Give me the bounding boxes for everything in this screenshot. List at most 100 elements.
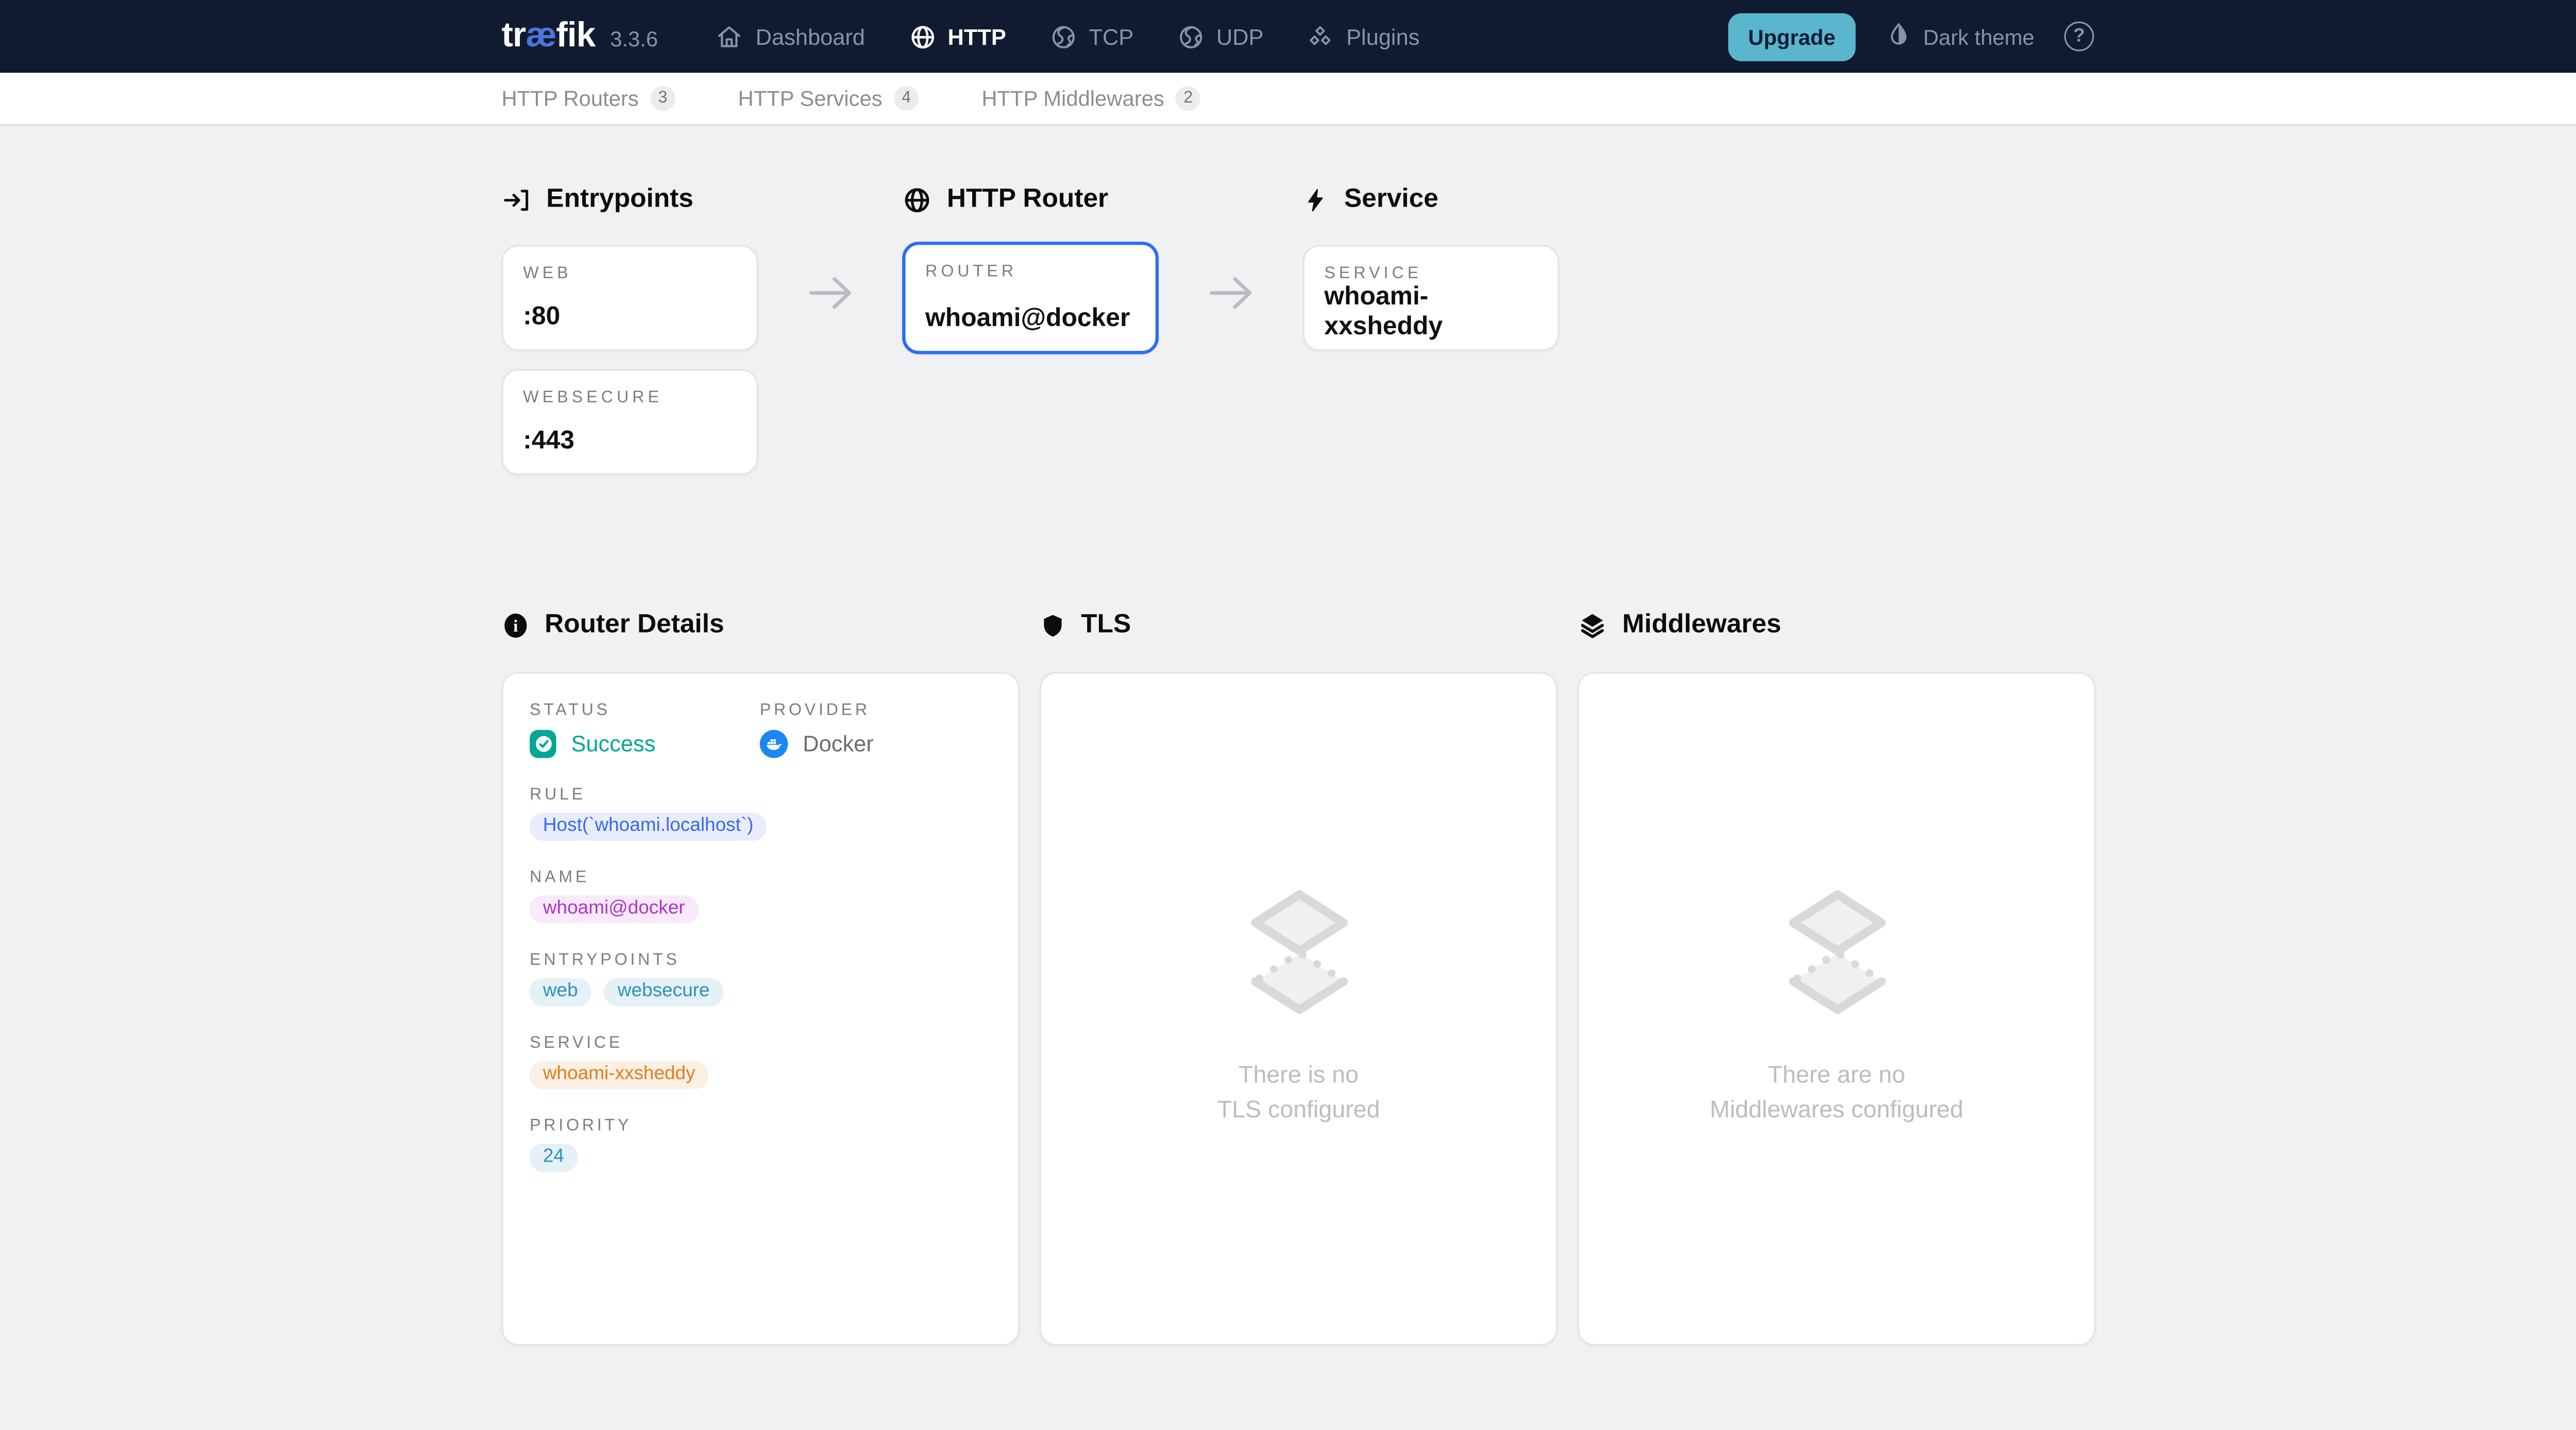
- entrypoint-card-websecure: WEBSECURE :443: [502, 369, 758, 475]
- dark-theme-toggle[interactable]: Dark theme: [1885, 20, 2035, 53]
- rule-label: RULE: [530, 786, 991, 804]
- flow-arrow-icon: [1206, 245, 1256, 475]
- entrypoints-heading: Entrypoints: [502, 185, 758, 215]
- nav-item-label: Plugins: [1346, 24, 1419, 49]
- flow-arrow-icon: [805, 245, 855, 475]
- router-details-card: STATUS Success: [502, 672, 1020, 1346]
- status-group: STATUS Success: [530, 702, 760, 758]
- entrypoint-badge: websecure: [604, 978, 723, 1007]
- tab-http-routers[interactable]: HTTP Routers 3: [502, 86, 675, 111]
- card-value: whoami-xxsheddy: [1324, 283, 1537, 343]
- success-check-icon: [530, 730, 556, 758]
- router-detail-page: Entrypoints HTTP Router Service: [502, 126, 2094, 1378]
- docker-icon: [760, 730, 788, 758]
- dark-theme-label: Dark theme: [1923, 24, 2035, 49]
- rule-badge: Host(`whoami.localhost`): [530, 813, 767, 841]
- router-details-column: i Router Details STATUS: [502, 611, 1020, 1346]
- globe-icon: [908, 22, 936, 50]
- provider-label: PROVIDER: [760, 702, 992, 720]
- service-group: SERVICE whoami-xxsheddy: [530, 1034, 991, 1089]
- priority-group: PRIORITY 24: [530, 1117, 991, 1172]
- provider-value: Docker: [803, 731, 873, 756]
- router-details-heading: i Router Details: [502, 611, 1020, 641]
- priority-badge: 24: [530, 1144, 578, 1172]
- logo-text: træfik: [502, 16, 596, 56]
- flow-headings: Entrypoints HTTP Router Service: [502, 185, 2094, 215]
- card-label: SERVICE: [1324, 265, 1537, 283]
- question-mark-icon: ?: [2073, 26, 2085, 46]
- card-label: WEB: [523, 265, 736, 283]
- entrypoint-badge: web: [530, 978, 591, 1007]
- name-label: NAME: [530, 869, 991, 887]
- lightning-icon: [1303, 185, 1329, 215]
- rule-group: RULE Host(`whoami.localhost`): [530, 786, 991, 841]
- card-label: ROUTER: [925, 263, 1136, 281]
- router-card: ROUTER whoami@docker: [902, 242, 1159, 354]
- nav-item-label: TCP: [1089, 24, 1133, 49]
- http-router-heading: HTTP Router: [902, 185, 1159, 215]
- sphere-icon: [1177, 22, 1205, 50]
- upgrade-button[interactable]: Upgrade: [1728, 12, 1856, 60]
- tab-label: HTTP Routers: [502, 86, 639, 111]
- count-badge: 3: [650, 86, 675, 111]
- nav-item-tcp[interactable]: TCP: [1028, 0, 1155, 73]
- traefik-dashboard: træfik 3.3.6 Dashboard: [0, 0, 2576, 1430]
- sphere-icon: [1049, 22, 1077, 50]
- cubes-icon: [1307, 22, 1335, 50]
- info-icon: i: [502, 611, 530, 641]
- service-card: SERVICE whoami-xxsheddy: [1303, 245, 1560, 351]
- detail-panels: i Router Details STATUS: [502, 611, 2094, 1379]
- tab-label: HTTP Middlewares: [981, 86, 1164, 111]
- nav-item-label: HTTP: [948, 24, 1006, 49]
- tls-empty-message: There is no TLS configured: [1217, 1059, 1380, 1129]
- svg-text:i: i: [513, 617, 518, 636]
- count-badge: 2: [1176, 86, 1200, 111]
- droplet-icon: [1885, 20, 1911, 53]
- empty-layers-icon: [1775, 889, 1898, 1026]
- count-badge: 4: [894, 86, 919, 111]
- entrypoints-column: WEB :80 WEBSECURE :443: [502, 245, 758, 475]
- provider-group: PROVIDER: [760, 702, 992, 758]
- middlewares-column: Middlewares There are no Middlewares co: [1578, 611, 2096, 1346]
- service-column: SERVICE whoami-xxsheddy: [1303, 245, 1560, 475]
- nav-item-http[interactable]: HTTP: [887, 0, 1028, 73]
- card-value: whoami@docker: [925, 304, 1136, 334]
- help-button[interactable]: ?: [2064, 22, 2094, 52]
- layers-icon: [1578, 611, 1607, 641]
- card-label: WEBSECURE: [523, 389, 736, 407]
- version-label: 3.3.6: [610, 26, 658, 51]
- middlewares-empty-message: There are no Middlewares configured: [1710, 1059, 1963, 1129]
- empty-layers-icon: [1238, 889, 1360, 1026]
- card-value: :80: [523, 303, 736, 333]
- top-navbar: træfik 3.3.6 Dashboard: [0, 0, 2576, 73]
- card-value: :443: [523, 427, 736, 457]
- middlewares-empty-card: There are no Middlewares configured: [1578, 672, 2096, 1346]
- entrypoint-card-web: WEB :80: [502, 245, 758, 351]
- nav-item-plugins[interactable]: Plugins: [1285, 0, 1441, 73]
- nav-item-label: Dashboard: [756, 24, 865, 49]
- status-label: STATUS: [530, 702, 760, 720]
- tls-empty-card: There is no TLS configured: [1040, 672, 1558, 1346]
- tab-http-middlewares[interactable]: HTTP Middlewares 2: [981, 86, 1200, 111]
- tab-http-services[interactable]: HTTP Services 4: [738, 86, 919, 111]
- globe-icon: [902, 185, 932, 215]
- service-badge: whoami-xxsheddy: [530, 1061, 708, 1089]
- home-icon: [716, 22, 744, 50]
- shield-icon: [1040, 611, 1066, 641]
- router-column: ROUTER whoami@docker: [902, 245, 1159, 475]
- traefik-logo[interactable]: træfik 3.3.6: [502, 16, 658, 56]
- middlewares-heading: Middlewares: [1578, 611, 2096, 641]
- service-label: SERVICE: [530, 1034, 991, 1052]
- nav-item-udp[interactable]: UDP: [1155, 0, 1285, 73]
- name-badge: whoami@docker: [530, 895, 698, 924]
- flow-cards: WEB :80 WEBSECURE :443 ROUTER who: [502, 245, 2094, 475]
- priority-label: PRIORITY: [530, 1117, 991, 1135]
- login-arrow-icon: [502, 185, 532, 215]
- entrypoints-label: ENTRYPOINTS: [530, 951, 991, 969]
- nav-item-label: UDP: [1216, 24, 1264, 49]
- main-nav: Dashboard HTTP: [694, 0, 1441, 73]
- tab-label: HTTP Services: [738, 86, 882, 111]
- status-value: Success: [571, 731, 655, 756]
- nav-item-dashboard[interactable]: Dashboard: [694, 0, 887, 73]
- http-subnav: HTTP Routers 3 HTTP Services 4 HTTP Midd…: [0, 73, 2576, 126]
